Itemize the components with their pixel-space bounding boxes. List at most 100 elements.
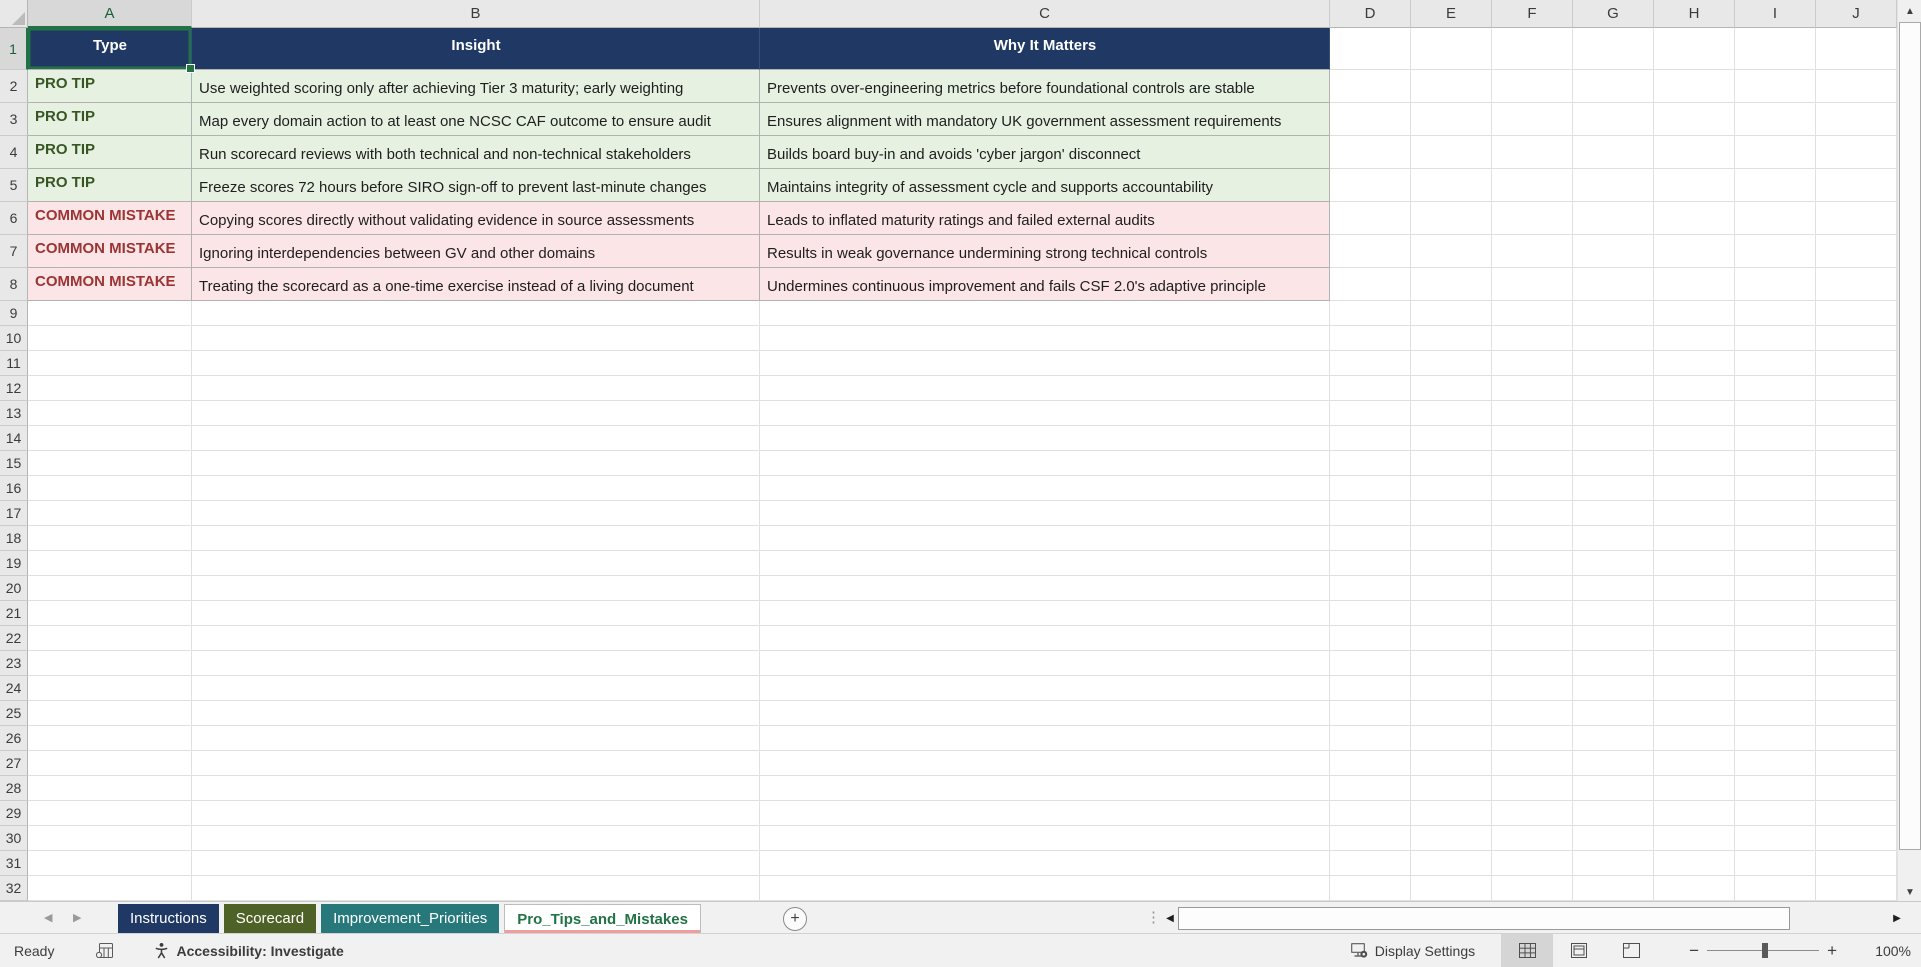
empty-cell[interactable] bbox=[760, 426, 1330, 451]
empty-cell[interactable] bbox=[1654, 476, 1735, 501]
empty-cell[interactable] bbox=[192, 876, 760, 901]
row-header-3[interactable]: 3 bbox=[0, 103, 28, 136]
row-header-18[interactable]: 18 bbox=[0, 526, 28, 551]
empty-cell[interactable] bbox=[1411, 202, 1492, 235]
empty-cell[interactable] bbox=[1816, 426, 1897, 451]
empty-cell[interactable] bbox=[1411, 526, 1492, 551]
empty-cell[interactable] bbox=[1654, 103, 1735, 136]
empty-cell[interactable] bbox=[1816, 676, 1897, 701]
col-header-E[interactable]: E bbox=[1411, 0, 1492, 28]
cell-A7[interactable]: COMMON MISTAKE bbox=[28, 235, 192, 268]
empty-cell[interactable] bbox=[192, 776, 760, 801]
empty-cell[interactable] bbox=[1330, 801, 1411, 826]
empty-cell[interactable] bbox=[28, 576, 192, 601]
empty-cell[interactable] bbox=[1330, 751, 1411, 776]
empty-cell[interactable] bbox=[1735, 776, 1816, 801]
empty-cell[interactable] bbox=[192, 401, 760, 426]
empty-cell[interactable] bbox=[1573, 601, 1654, 626]
empty-cell[interactable] bbox=[1654, 28, 1735, 70]
empty-cell[interactable] bbox=[1816, 551, 1897, 576]
empty-cell[interactable] bbox=[1735, 103, 1816, 136]
cell-C1-why-header[interactable]: Why It Matters bbox=[760, 28, 1330, 70]
empty-cell[interactable] bbox=[1654, 751, 1735, 776]
empty-cell[interactable] bbox=[1573, 268, 1654, 301]
empty-cell[interactable] bbox=[1735, 351, 1816, 376]
empty-cell[interactable] bbox=[1735, 876, 1816, 901]
empty-cell[interactable] bbox=[1411, 776, 1492, 801]
empty-cell[interactable] bbox=[192, 301, 760, 326]
empty-cell[interactable] bbox=[1573, 326, 1654, 351]
empty-cell[interactable] bbox=[1654, 801, 1735, 826]
tab-scorecard[interactable]: Scorecard bbox=[223, 904, 317, 933]
empty-cell[interactable] bbox=[1492, 70, 1573, 103]
cell-C3[interactable]: Ensures alignment with mandatory UK gove… bbox=[760, 103, 1330, 136]
empty-cell[interactable] bbox=[1816, 701, 1897, 726]
empty-cell[interactable] bbox=[1573, 28, 1654, 70]
empty-cell[interactable] bbox=[1654, 501, 1735, 526]
empty-cell[interactable] bbox=[1573, 501, 1654, 526]
empty-cell[interactable] bbox=[1816, 801, 1897, 826]
empty-cell[interactable] bbox=[1816, 651, 1897, 676]
row-header-30[interactable]: 30 bbox=[0, 826, 28, 851]
empty-cell[interactable] bbox=[760, 751, 1330, 776]
empty-cell[interactable] bbox=[1411, 851, 1492, 876]
empty-cell[interactable] bbox=[1492, 202, 1573, 235]
empty-cell[interactable] bbox=[1573, 576, 1654, 601]
empty-cell[interactable] bbox=[1492, 169, 1573, 202]
empty-cell[interactable] bbox=[28, 726, 192, 751]
empty-cell[interactable] bbox=[1816, 876, 1897, 901]
empty-cell[interactable] bbox=[28, 801, 192, 826]
empty-cell[interactable] bbox=[760, 551, 1330, 576]
empty-cell[interactable] bbox=[1816, 501, 1897, 526]
empty-cell[interactable] bbox=[1411, 376, 1492, 401]
empty-cell[interactable] bbox=[1492, 826, 1573, 851]
empty-cell[interactable] bbox=[1411, 268, 1492, 301]
empty-cell[interactable] bbox=[1330, 601, 1411, 626]
empty-cell[interactable] bbox=[1735, 601, 1816, 626]
empty-cell[interactable] bbox=[28, 526, 192, 551]
empty-cell[interactable] bbox=[28, 551, 192, 576]
row-header-31[interactable]: 31 bbox=[0, 851, 28, 876]
empty-cell[interactable] bbox=[1330, 351, 1411, 376]
empty-cell[interactable] bbox=[1492, 526, 1573, 551]
page-break-preview-button[interactable] bbox=[1605, 934, 1657, 967]
empty-cell[interactable] bbox=[28, 701, 192, 726]
row-header-17[interactable]: 17 bbox=[0, 501, 28, 526]
empty-cell[interactable] bbox=[760, 826, 1330, 851]
row-header-7[interactable]: 7 bbox=[0, 235, 28, 268]
empty-cell[interactable] bbox=[1411, 326, 1492, 351]
empty-cell[interactable] bbox=[760, 326, 1330, 351]
empty-cell[interactable] bbox=[1330, 726, 1411, 751]
empty-cell[interactable] bbox=[1573, 826, 1654, 851]
empty-cell[interactable] bbox=[28, 851, 192, 876]
empty-cell[interactable] bbox=[1654, 551, 1735, 576]
empty-cell[interactable] bbox=[760, 651, 1330, 676]
empty-cell[interactable] bbox=[760, 726, 1330, 751]
empty-cell[interactable] bbox=[1573, 851, 1654, 876]
empty-cell[interactable] bbox=[1816, 103, 1897, 136]
empty-cell[interactable] bbox=[1735, 268, 1816, 301]
empty-cell[interactable] bbox=[1573, 751, 1654, 776]
empty-cell[interactable] bbox=[1330, 136, 1411, 169]
empty-cell[interactable] bbox=[1492, 676, 1573, 701]
empty-cell[interactable] bbox=[1492, 801, 1573, 826]
page-layout-view-button[interactable] bbox=[1553, 934, 1605, 967]
empty-cell[interactable] bbox=[1735, 426, 1816, 451]
row-header-13[interactable]: 13 bbox=[0, 401, 28, 426]
empty-cell[interactable] bbox=[1573, 876, 1654, 901]
empty-cell[interactable] bbox=[1411, 801, 1492, 826]
empty-cell[interactable] bbox=[760, 301, 1330, 326]
empty-cell[interactable] bbox=[1411, 103, 1492, 136]
empty-cell[interactable] bbox=[760, 876, 1330, 901]
row-header-16[interactable]: 16 bbox=[0, 476, 28, 501]
empty-cell[interactable] bbox=[192, 576, 760, 601]
empty-cell[interactable] bbox=[1816, 70, 1897, 103]
empty-cell[interactable] bbox=[1573, 451, 1654, 476]
empty-cell[interactable] bbox=[1573, 70, 1654, 103]
empty-cell[interactable] bbox=[1411, 626, 1492, 651]
empty-cell[interactable] bbox=[1330, 826, 1411, 851]
empty-cell[interactable] bbox=[1492, 726, 1573, 751]
row-header-26[interactable]: 26 bbox=[0, 726, 28, 751]
empty-cell[interactable] bbox=[1411, 726, 1492, 751]
empty-cell[interactable] bbox=[28, 301, 192, 326]
